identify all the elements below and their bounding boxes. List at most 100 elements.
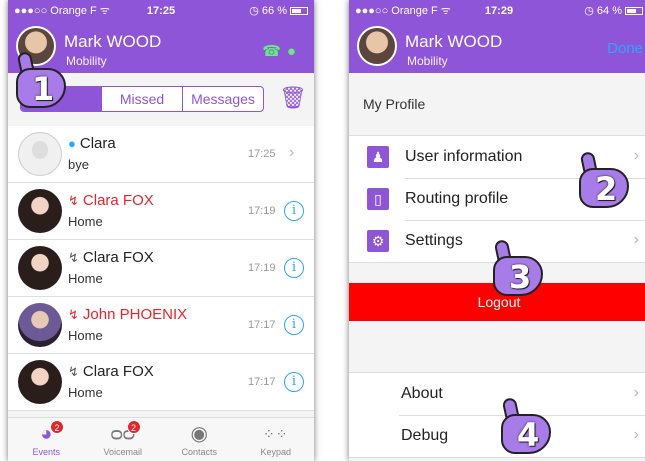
event-detail: Home [68, 328, 103, 343]
battery-icon [290, 7, 308, 16]
tab-events[interactable]: ◕ 2 Events [8, 418, 85, 461]
missed-call-icon: ↯ [68, 307, 79, 322]
menu-item-label: Routing profile [405, 190, 509, 207]
chevron-right-icon: › [289, 144, 295, 161]
keypad-icon: ⁘⁘ [263, 426, 289, 442]
event-time: 17:19 [248, 262, 276, 274]
tab-keypad[interactable]: ⁘⁘ Keypad [238, 418, 315, 461]
event-time: 17:17 [248, 319, 276, 331]
user-name[interactable]: Mark WOOD [64, 32, 161, 52]
menu-item-about[interactable]: About › [349, 373, 645, 415]
user-subtitle: Mobility [66, 54, 107, 68]
header-bar: ●●●○○ Orange F ᯤ 17:29 ◷ 64 % Mark WOOD … [349, 0, 645, 73]
trash-icon[interactable]: 🗑 [279, 85, 307, 113]
info-icon[interactable]: i [284, 258, 304, 278]
tab-events-label: Events [32, 447, 60, 457]
hand-pointer-icon: 1 [14, 50, 72, 112]
event-name: John PHOENIX [82, 306, 188, 323]
profile-screen: ●●●○○ Orange F ᯤ 17:29 ◷ 64 % Mark WOOD … [349, 0, 645, 461]
battery-status: ◷ 66 % [249, 4, 308, 17]
event-row[interactable]: ↯ Clara FOX Home 17:17 i [8, 354, 314, 411]
menu-item-label: Settings [405, 232, 463, 249]
tab-messages[interactable]: Messages [182, 87, 263, 111]
hand-pointer-icon: 2 [577, 150, 635, 212]
events-badge: 2 [50, 420, 65, 434]
voicemail-badge: 2 [126, 420, 141, 434]
tab-bar: ◕ 2 Events ᴑᴑ 2 Voicemail ◉ Contacts ⁘⁘ … [8, 417, 314, 461]
menu-item-debug[interactable]: Debug › [349, 415, 645, 457]
tab-contacts-label: Contacts [181, 447, 218, 457]
menu-item-label: User information [405, 148, 523, 165]
carrier-label: ●●●○○ Orange F ᯤ [355, 5, 451, 17]
tab-voicemail-label: Voicemail [103, 447, 143, 457]
info-icon[interactable]: i [284, 201, 304, 221]
contact-avatar [18, 132, 62, 176]
status-bar: ●●●○○ Orange F ᯤ 17:25 ◷ 66 % [14, 3, 308, 18]
tab-keypad-label: Keypad [260, 447, 292, 457]
tab-contacts[interactable]: ◉ Contacts [161, 418, 238, 461]
event-row[interactable]: ↯ Clara FOX Home 17:19 i [8, 240, 314, 297]
event-contact: ↯ John PHOENIX [68, 306, 187, 323]
contact-avatar [18, 189, 62, 233]
contact-avatar [18, 360, 62, 404]
carrier-label: ●●●○○ Orange F ᯤ [14, 5, 110, 17]
step-number: 2 [595, 170, 618, 208]
user-icon: ♟ [367, 146, 389, 168]
event-contact: ● Clara [68, 135, 116, 152]
info-menu: About › Debug › [349, 372, 645, 458]
info-icon[interactable]: i [284, 315, 304, 335]
wifi-call-icon[interactable]: ☎● [262, 42, 302, 60]
event-name: Clara FOX [82, 363, 154, 380]
battery-label: ◷ 64 % [584, 5, 622, 17]
menu-item-label: About [401, 385, 443, 402]
event-name: Clara FOX [82, 192, 154, 209]
voicemail-icon: ᴑᴑ [110, 423, 135, 445]
section-title: My Profile [363, 96, 426, 112]
chevron-right-icon: › [633, 384, 639, 401]
event-detail: Home [68, 385, 103, 400]
user-subtitle: Mobility [407, 54, 448, 68]
done-button[interactable]: Done [607, 40, 643, 57]
info-icon[interactable]: i [284, 372, 304, 392]
event-detail: Home [68, 271, 103, 286]
call-icon: ↯ [68, 364, 79, 379]
event-time: 17:19 [248, 205, 276, 217]
event-row[interactable]: ↯ John PHOENIX Home 17:17 i [8, 297, 314, 354]
tab-voicemail[interactable]: ᴑᴑ 2 Voicemail [85, 418, 162, 461]
step-number: 4 [517, 416, 540, 454]
event-name: Clara FOX [82, 249, 154, 266]
battery-icon [625, 7, 643, 16]
hand-pointer-icon: 3 [491, 238, 549, 300]
event-row[interactable]: ● Clara bye 17:25 › [8, 126, 314, 183]
event-detail: Home [68, 214, 103, 229]
missed-call-icon: ↯ [68, 193, 79, 208]
contact-avatar [18, 303, 62, 347]
user-name: Mark WOOD [405, 32, 503, 51]
event-name: Clara [79, 135, 116, 152]
event-contact: ↯ Clara FOX [68, 249, 154, 266]
event-time: 17:25 [248, 148, 276, 160]
chevron-right-icon: › [633, 426, 639, 443]
event-detail: bye [68, 157, 89, 172]
phone-icon: ▯ [367, 188, 389, 210]
events-icon: ◕ [40, 423, 53, 445]
battery-label: ◷ 66 % [249, 5, 287, 17]
battery-status: ◷ 64 % [584, 4, 643, 17]
step-number: 3 [509, 258, 532, 296]
tab-missed[interactable]: Missed [101, 87, 182, 111]
avatar[interactable] [357, 26, 397, 66]
event-row[interactable]: ↯ Clara FOX Home 17:19 i [8, 183, 314, 240]
hand-pointer-icon: 4 [499, 396, 557, 458]
gear-icon: ⚙ [367, 230, 389, 252]
event-time: 17:17 [248, 376, 276, 388]
call-icon: ↯ [68, 250, 79, 265]
status-bar: ●●●○○ Orange F ᯤ 17:29 ◷ 64 % [355, 3, 643, 18]
event-contact: ↯ Clara FOX [68, 192, 154, 209]
chat-bubble-icon: ● [68, 136, 76, 151]
step-number: 1 [32, 70, 55, 108]
events-list: ● Clara bye 17:25 › ↯ Clara FOX Home 17:19 i ↯ Clar… [8, 126, 314, 411]
events-screen: ●●●○○ Orange F ᯤ 17:25 ◷ 66 % Mark WOOD … [8, 0, 314, 461]
contacts-icon: ◉ [190, 423, 208, 445]
event-contact: ↯ Clara FOX [68, 363, 154, 380]
contact-avatar [18, 246, 62, 290]
